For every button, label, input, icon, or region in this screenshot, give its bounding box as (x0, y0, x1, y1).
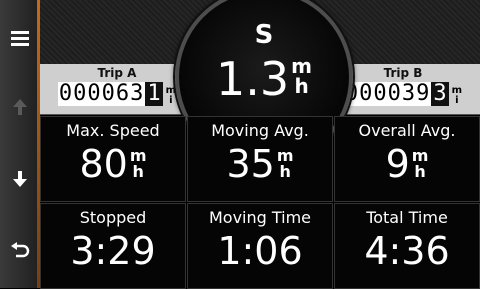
stat-title: Total Time (366, 208, 448, 227)
trip-a-odometer[interactable]: Trip A 000063 1 mi (44, 64, 190, 114)
stat-title: Moving Time (208, 208, 312, 227)
current-speed-value: 1.3 (216, 52, 290, 106)
scroll-down-button[interactable] (0, 164, 40, 194)
arrow-down-icon (13, 171, 27, 187)
current-speed: 1.3 m h (179, 54, 349, 104)
stat-title: Stopped (79, 208, 147, 227)
stat-stopped[interactable]: Stopped 3:29 (40, 203, 186, 289)
stat-title: Moving Avg. (211, 121, 309, 140)
stat-value: 9 (385, 142, 410, 186)
stat-value: 1:06 (217, 229, 303, 273)
heading-direction: S (254, 20, 274, 50)
stat-value: 3:29 (70, 229, 156, 273)
side-control-strip (0, 0, 41, 288)
stat-value: 80 (79, 142, 128, 186)
trip-b-digits: 000039 (343, 81, 432, 106)
stat-unit: mh (411, 146, 429, 181)
trip-a-label: Trip A (97, 66, 137, 80)
stat-total-time[interactable]: Total Time 4:36 (334, 203, 480, 289)
stat-overall-avg[interactable]: Overall Avg. 9mh (334, 116, 480, 202)
stat-moving-avg[interactable]: Moving Avg. 35 m h (187, 116, 333, 202)
stat-unit: mh (129, 146, 147, 181)
stat-value: 35 (226, 142, 275, 186)
arrow-up-icon (13, 99, 27, 115)
trip-a-unit: mi (165, 85, 177, 106)
stat-moving-time[interactable]: Moving Time 1:06 (187, 203, 333, 289)
trip-b-unit: mi (451, 85, 463, 106)
trip-a-digits: 000063 (57, 81, 146, 106)
stat-unit: mh (276, 146, 294, 181)
trip-a-last-digit: 1 (145, 81, 163, 106)
menu-icon (11, 31, 29, 46)
back-button[interactable] (0, 236, 40, 266)
stat-value: 4:36 (364, 229, 450, 273)
stat-max-speed[interactable]: Max. Speed 80 m h (40, 116, 186, 202)
menu-button[interactable] (0, 22, 40, 54)
stat-title: Max. Speed (66, 121, 160, 140)
back-icon (11, 242, 30, 258)
stat-title: Overall Avg. (358, 121, 456, 140)
scroll-up-button[interactable] (0, 92, 40, 122)
trip-stats-grid: Max. Speed 80 m h Moving Avg. 35 m h Overall… (40, 116, 480, 289)
trip-b-last-digit: 3 (431, 81, 449, 106)
current-speed-unit: mh (291, 54, 312, 98)
